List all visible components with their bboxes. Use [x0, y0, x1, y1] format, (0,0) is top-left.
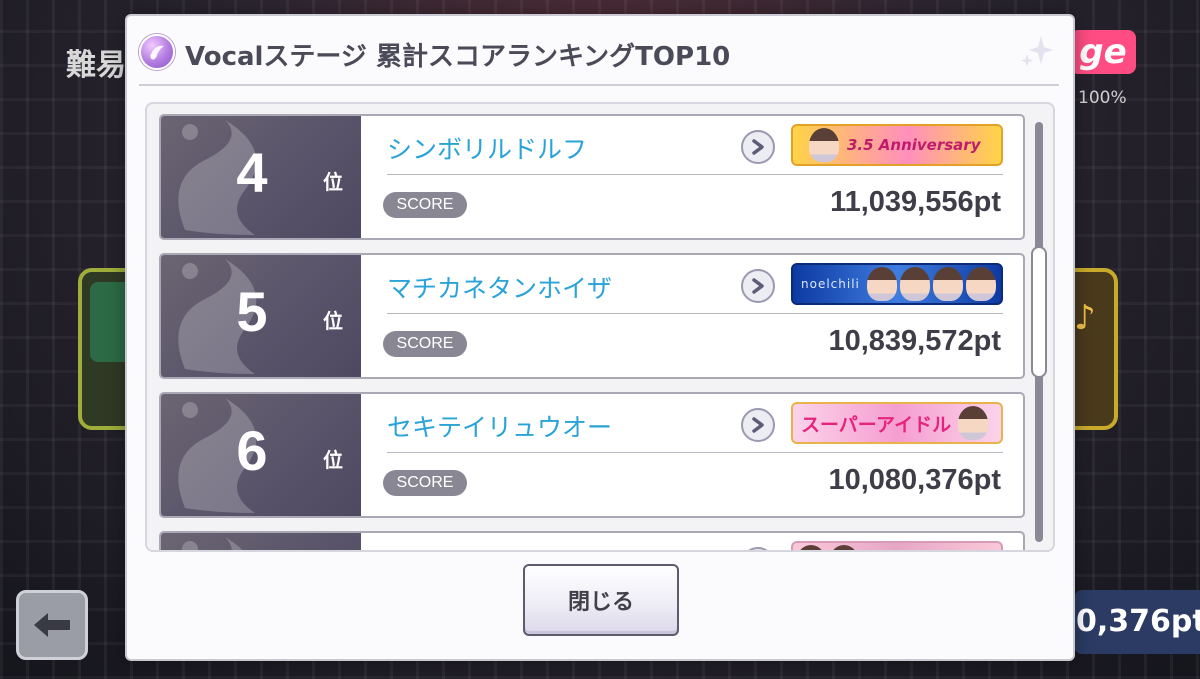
rank-number: 5: [236, 280, 268, 343]
team-banner[interactable]: 3.5 Anniversary: [791, 124, 1003, 166]
rank-badge: 4 位: [161, 116, 361, 238]
rank-number: 4: [236, 141, 268, 204]
ranking-card: 4 位 シンボリルドルフ 3.5 Anniversary SCORE 11,03…: [159, 114, 1025, 240]
banner-text: noelchili: [801, 277, 860, 291]
detail-button[interactable]: [741, 269, 775, 303]
card-divider: [387, 174, 1003, 175]
horse-name: シンボリルドルフ: [387, 135, 588, 164]
avatar: [809, 128, 839, 162]
score-value: 11,039,556pt: [830, 186, 1001, 218]
avatar: [965, 267, 996, 301]
chevron-right-icon: [752, 139, 764, 155]
detail-button[interactable]: [741, 130, 775, 164]
ranking-card-partial: [159, 531, 1025, 550]
rank-number: 6: [236, 419, 268, 482]
background-difficulty-label: 難易: [66, 48, 126, 83]
background-percent: 100%: [1078, 88, 1127, 108]
avatar: [796, 545, 826, 550]
avatar: [899, 267, 930, 301]
avatar: [829, 545, 859, 550]
avatar: [866, 267, 897, 301]
detail-button[interactable]: [741, 408, 775, 442]
rank-suffix: 位: [323, 309, 343, 333]
card-divider: [387, 313, 1003, 314]
back-arrow-icon: [34, 613, 70, 637]
team-banner[interactable]: noelchili: [791, 263, 1003, 305]
score-label: SCORE: [383, 331, 467, 357]
score-value: 10,080,376pt: [828, 464, 1001, 496]
ranking-list: 4 位 シンボリルドルフ 3.5 Anniversary SCORE 11,03…: [159, 114, 1025, 550]
emblem-icon: [182, 537, 243, 550]
rank-suffix: 位: [323, 448, 343, 472]
avatar: [958, 406, 989, 440]
chevron-right-icon: [752, 278, 764, 294]
scrollbar-thumb[interactable]: [1031, 246, 1047, 378]
background-score: 0,376pt: [1074, 590, 1200, 654]
ranking-card: 6 位 セキテイリュウオー スーパーアイドル SCORE 10,080,376p…: [159, 392, 1025, 518]
rank-badge: 6 位: [161, 394, 361, 516]
score-label: SCORE: [383, 470, 467, 496]
score-label: SCORE: [383, 192, 467, 218]
banner-text: スーパーアイドル: [801, 413, 952, 436]
detail-button[interactable]: [741, 547, 775, 550]
score-value: 10,839,572pt: [828, 325, 1001, 357]
chevron-right-icon: [752, 417, 764, 433]
ranking-modal: Vocalステージ 累計スコアランキングTOP10 4 位 シンボリルドルフ 3…: [125, 14, 1075, 661]
close-button[interactable]: 閉じる: [523, 564, 679, 636]
modal-header: Vocalステージ 累計スコアランキングTOP10: [127, 16, 1073, 86]
horse-name: マチカネタンホイザ: [387, 274, 613, 303]
back-button[interactable]: [16, 590, 88, 660]
header-divider: [139, 84, 1059, 86]
team-banner[interactable]: [791, 541, 1003, 550]
background-logo: ge: [1070, 30, 1136, 74]
music-note-icon: ♪: [1074, 298, 1096, 338]
modal-title: Vocalステージ 累計スコアランキングTOP10: [185, 42, 731, 72]
vocal-stage-icon: [139, 34, 175, 70]
rank-suffix: 位: [323, 170, 343, 194]
rank-badge: [161, 533, 361, 550]
team-banner[interactable]: スーパーアイドル: [791, 402, 1003, 444]
rank-badge: 5 位: [161, 255, 361, 377]
avatar: [932, 267, 963, 301]
ranking-card: 5 位 マチカネタンホイザ noelchili SCORE 10,839,572…: [159, 253, 1025, 379]
banner-text: 3.5 Anniversary: [847, 136, 981, 154]
card-divider: [387, 452, 1003, 453]
ranking-list-frame[interactable]: 4 位 シンボリルドルフ 3.5 Anniversary SCORE 11,03…: [145, 102, 1055, 552]
sparkle-icon: [1021, 36, 1053, 67]
horse-name: セキテイリュウオー: [387, 413, 613, 442]
